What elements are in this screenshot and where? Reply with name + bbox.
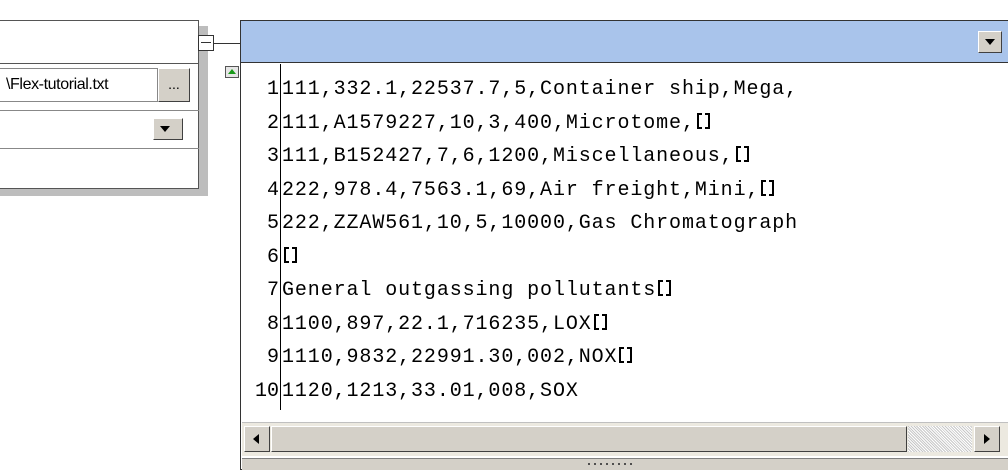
collapse-icon[interactable] xyxy=(198,35,214,51)
input-component-header xyxy=(0,20,199,64)
line-number: 7 xyxy=(266,279,279,302)
line-number-divider xyxy=(280,64,281,410)
line-text-content: 222,978.4,7563.1,69,Air freight,Mini, xyxy=(282,178,760,202)
chevron-down-icon xyxy=(985,39,995,45)
line-text-content: 111,332.1,22537.7,5,Container ship,Mega, xyxy=(282,78,799,101)
line-break-icon xyxy=(619,345,633,365)
line-text: 111,A1579227,10,3,400,Microtome, xyxy=(282,107,711,141)
line-text-content: 1100,897,22.1,716235,LOX xyxy=(282,312,592,336)
line-break-icon xyxy=(284,245,298,265)
text-content-area[interactable]: 1 111,332.1,22537.7,5,Container ship,Mega… xyxy=(242,64,1008,422)
title-dropdown-button[interactable] xyxy=(978,31,1002,53)
dropdown-button[interactable] xyxy=(153,118,183,140)
line-number: 2 xyxy=(266,111,279,135)
line-number: 6 xyxy=(266,245,279,269)
line-break-icon xyxy=(658,278,672,298)
line-number: 8 xyxy=(266,312,279,336)
scroll-right-button[interactable] xyxy=(974,426,1000,452)
line-break-icon xyxy=(696,111,711,131)
line-text: 111,B152427,7,6,1200,Miscellaneous, xyxy=(282,140,750,174)
scroll-up-icon[interactable] xyxy=(225,66,239,78)
scrollbar-track[interactable] xyxy=(908,426,972,452)
line-text-content: 111,B152427,7,6,1200,Miscellaneous, xyxy=(282,145,734,168)
line-number: 1 xyxy=(266,78,279,101)
line-break-icon xyxy=(593,312,608,332)
line-text xyxy=(282,241,298,275)
line-text-content: 111,A1579227,10,3,400,Microtome, xyxy=(282,111,695,135)
line-number: 3 xyxy=(266,145,279,168)
connector-line xyxy=(214,43,242,44)
resize-grip-icon[interactable] xyxy=(586,461,632,467)
scrollbar-thumb[interactable] xyxy=(271,426,907,452)
line-text: 111,332.1,22537.7,5,Container ship,Mega, xyxy=(282,73,798,107)
line-text-content: 1110,9832,22991.30,002,NOX xyxy=(282,346,618,369)
line-text-content: 222,ZZAW561,10,5,10000,Gas Chromatograph xyxy=(282,212,799,235)
line-text: General outgassing pollutants xyxy=(282,274,672,308)
line-text-content: 1120,1213,33.01,008,SOX xyxy=(282,379,579,403)
line-break-icon xyxy=(761,178,775,198)
line-number: 4 xyxy=(266,178,279,202)
file-path-field[interactable]: \Flex-tutorial.txt xyxy=(0,68,158,102)
row-divider xyxy=(0,148,199,149)
line-break-icon xyxy=(735,144,750,164)
browse-button[interactable]: ... xyxy=(158,68,190,102)
text-preview-title-bar[interactable] xyxy=(241,21,1008,63)
line-text: 1100,897,22.1,716235,LOX xyxy=(282,308,608,342)
chevron-down-icon xyxy=(160,126,170,132)
line-number: 9 xyxy=(266,346,279,369)
row-divider xyxy=(0,110,199,111)
line-text: 1120,1213,33.01,008,SOX xyxy=(282,375,579,409)
line-text: 1110,9832,22991.30,002,NOX xyxy=(282,341,633,375)
line-text: 222,ZZAW561,10,5,10000,Gas Chromatograph xyxy=(282,207,798,241)
line-text-content: General outgassing pollutants xyxy=(282,279,657,302)
line-number: 10 xyxy=(254,379,279,403)
line-number: 5 xyxy=(266,212,279,235)
scroll-left-button[interactable] xyxy=(244,426,270,452)
line-text: 222,978.4,7563.1,69,Air freight,Mini, xyxy=(282,174,775,208)
